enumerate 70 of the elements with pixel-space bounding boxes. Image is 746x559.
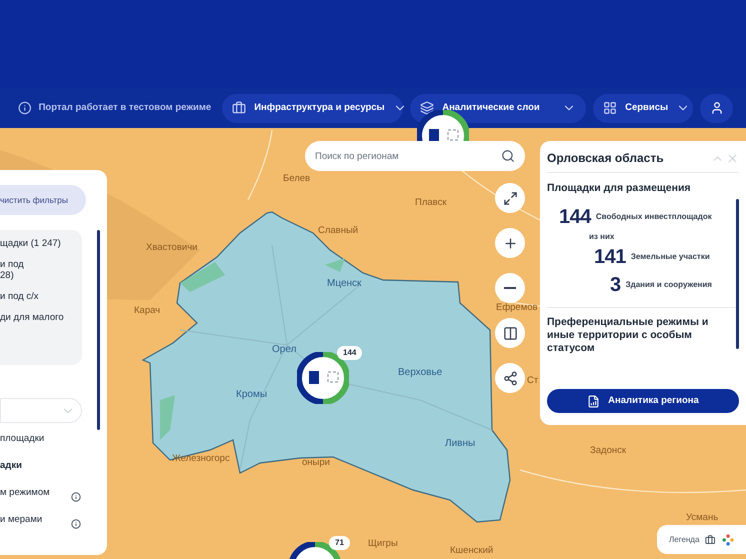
briefcase-icon	[705, 534, 716, 546]
place-label: Белев	[283, 172, 310, 186]
clear-filters-button[interactable]: чистить фильтры	[0, 185, 86, 215]
region-search-field[interactable]: Поиск по регионам	[305, 141, 525, 171]
section-heading: Площадки для размещения	[547, 181, 692, 196]
place-label: Кшенский	[450, 544, 494, 558]
test-mode-notice: Портал работает в тестовом режиме	[38, 100, 212, 115]
place-label: Щигры	[368, 537, 398, 551]
colored-dots-icon	[722, 532, 734, 546]
nav-menu-dropdown[interactable]: Инфраструктура и ресурсы	[222, 94, 404, 122]
filter-option[interactable]: и под с/х	[0, 291, 82, 302]
section-heading: Преференциальные режимы и иные территории с особым статусом	[547, 316, 710, 355]
plus-icon	[502, 236, 518, 250]
place-label: Верховье	[398, 366, 442, 380]
scrollbar[interactable]	[97, 230, 100, 430]
place-label: Усмань	[686, 511, 718, 525]
cluster-count: 144	[337, 346, 362, 360]
expand-icon	[502, 190, 518, 206]
layers-icon	[420, 101, 434, 115]
stat-value: 144	[559, 204, 591, 230]
region-analytics-button[interactable]: Аналитика региона	[547, 389, 739, 413]
place-label: Плавск	[415, 196, 447, 210]
grid-icon	[603, 101, 618, 115]
stat-note: из них	[588, 230, 616, 243]
info-icon	[71, 492, 81, 502]
stat-value: 141	[594, 244, 626, 270]
filter-list-item[interactable]: площадки	[0, 432, 44, 446]
filter-option[interactable]: ди для малого	[0, 312, 82, 323]
filter-list-item[interactable]: м режимом	[0, 486, 50, 500]
nav-menu-dropdown[interactable]: Сервисы	[593, 94, 694, 122]
user-icon	[710, 101, 724, 115]
stat-label: Земельные участки	[630, 250, 710, 263]
stat-label: Здания и сооружения	[626, 278, 712, 291]
place-label: Ст	[527, 374, 538, 388]
map-expand-button[interactable]	[495, 183, 525, 213]
minus-icon	[504, 287, 516, 289]
place-label: оныри	[302, 456, 330, 470]
search-icon[interactable]	[501, 149, 515, 163]
filter-option[interactable]: и под 28)	[0, 259, 82, 281]
stat-label: Свободных инвестплощадок	[596, 210, 712, 223]
stat-value: 3	[610, 272, 621, 298]
place-label: Задонск	[590, 444, 626, 458]
map-columns-button[interactable]	[495, 318, 525, 348]
filter-list-item[interactable]: и мерами	[0, 513, 42, 528]
nav-menu-dropdown[interactable]: Аналитические слои	[410, 94, 586, 122]
place-label: Мценск	[327, 277, 362, 291]
cluster-count: 71	[329, 536, 350, 550]
document-chart-icon	[587, 394, 600, 408]
place-label: Ефремов	[496, 301, 538, 315]
place-label: Ливны	[445, 437, 476, 451]
panel-title: Орловская область	[547, 150, 664, 167]
filter-option[interactable]: щадки (1 247)	[0, 238, 82, 249]
filter-list-item[interactable]: адки	[0, 459, 22, 474]
legend-button[interactable]: Легенда	[657, 525, 746, 554]
place-label: Карач	[134, 304, 160, 318]
place-label: Железногорс	[172, 452, 230, 466]
place-label: Кромы	[236, 388, 268, 402]
map-plus-button[interactable]	[495, 228, 525, 258]
info-icon	[18, 101, 32, 115]
share-icon	[502, 370, 518, 386]
info-icon	[71, 519, 81, 529]
map-share-button[interactable]	[495, 363, 525, 393]
place-label: Орел	[272, 343, 296, 357]
map-minus-button[interactable]	[495, 273, 525, 303]
briefcase-icon	[232, 101, 246, 115]
user-profile-button[interactable]	[700, 94, 734, 122]
place-label: Хвастовичи	[146, 241, 198, 255]
scrollbar[interactable]	[736, 199, 739, 349]
place-label: Славный	[318, 224, 358, 238]
columns-icon	[502, 326, 518, 340]
